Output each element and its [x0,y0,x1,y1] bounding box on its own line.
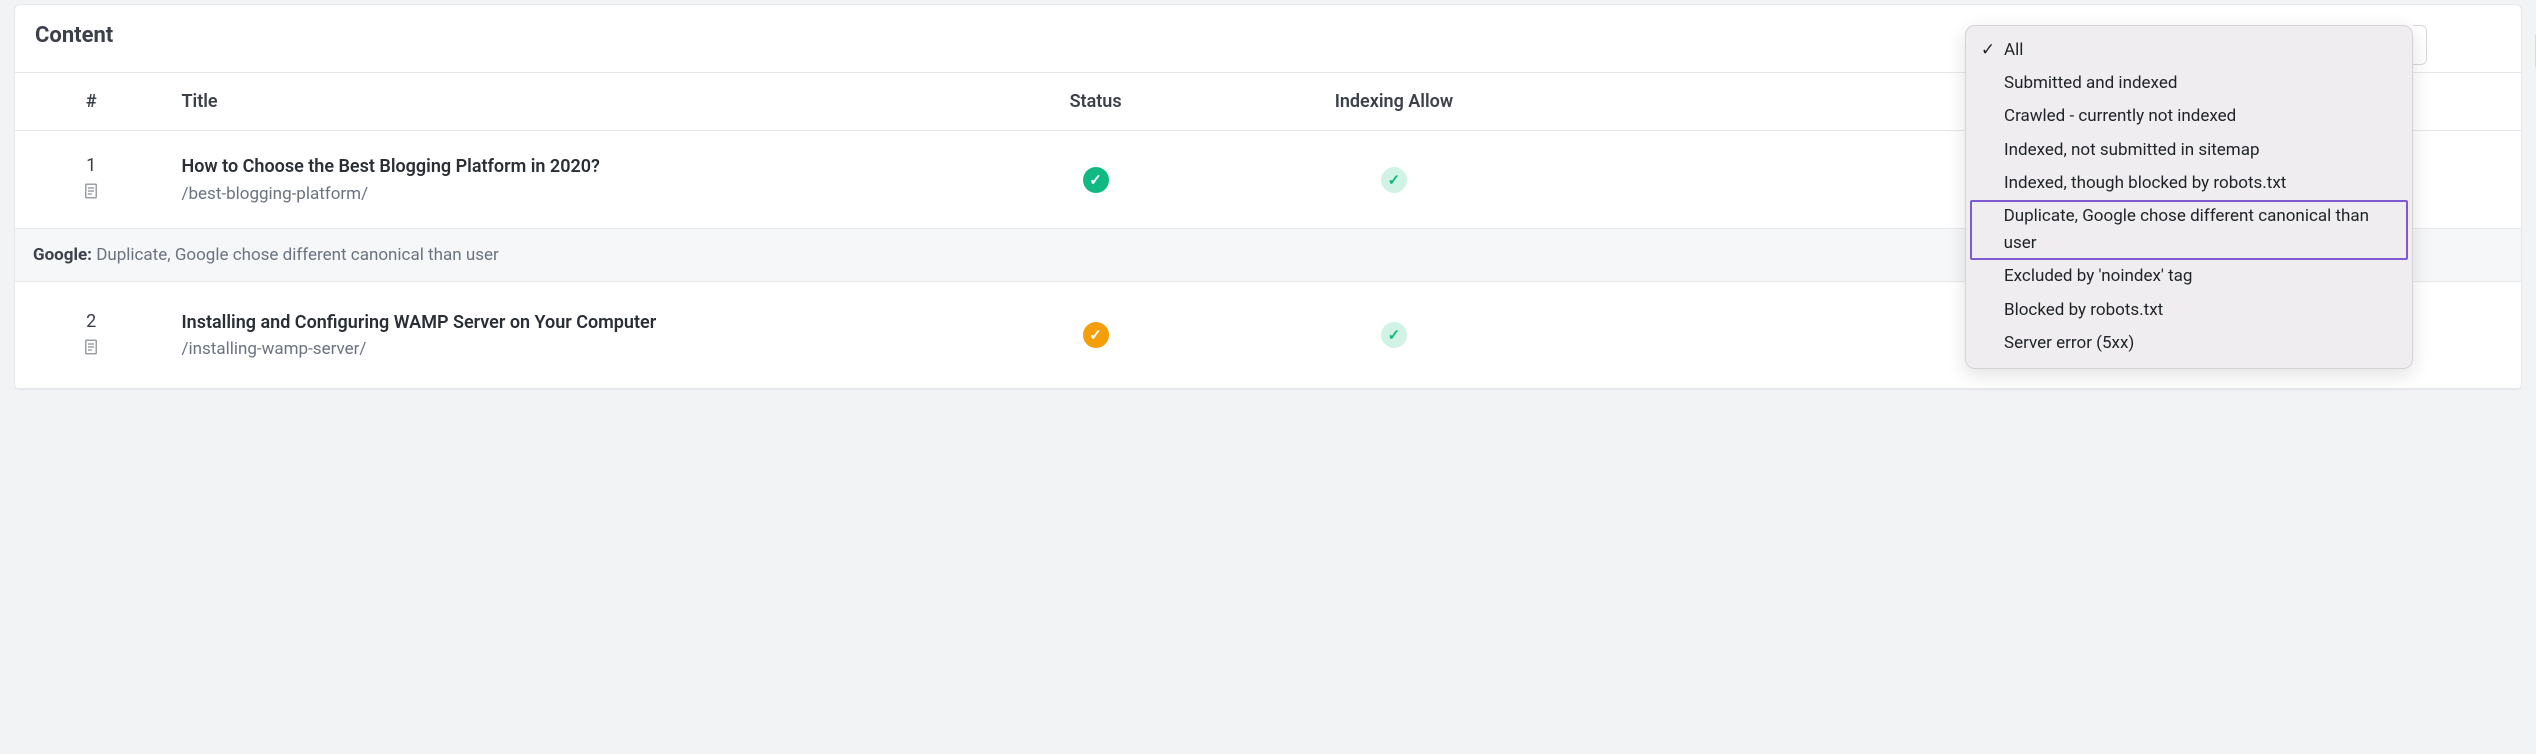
row-status-cell [963,282,1228,389]
row-indexing-cell [1228,131,1559,229]
row-status-cell [963,131,1228,229]
filter-dropdown[interactable]: ✓ All Submitted and indexed Crawled - cu… [1965,25,2413,369]
filter-option[interactable]: Server error (5xx) [1970,327,2408,360]
content-card: Content ✓ All Submitted and indexed Craw… [14,4,2522,390]
check-icon: ✓ [1980,37,1996,64]
filter-option-all[interactable]: ✓ All [1970,34,2408,67]
filter-option-label: All [2004,37,2023,64]
filter-option[interactable]: Indexed, though blocked by robots.txt [1970,167,2408,200]
row-number: 1 [29,155,153,176]
row-indexing-cell [1228,282,1559,389]
filter-option[interactable]: Excluded by 'noindex' tag [1970,260,2408,293]
filter-option-label: Blocked by robots.txt [2004,297,2163,324]
group-value: Duplicate, Google chose different canoni… [96,245,499,265]
indexing-allowed-icon [1381,322,1407,348]
status-warning-icon [1083,322,1109,348]
group-label: Google: [33,245,92,265]
row-number-cell: 1 [15,131,167,229]
status-ok-icon [1083,167,1109,193]
item-url: /best-blogging-platform/ [181,184,949,204]
indexing-allowed-icon [1381,167,1407,193]
filter-option-highlighted[interactable]: Duplicate, Google chose different canoni… [1970,200,2408,260]
document-icon [29,338,153,360]
item-url: /installing-wamp-server/ [181,339,949,359]
filter-option-label: Indexed, though blocked by robots.txt [2004,170,2286,197]
filter-option[interactable]: Blocked by robots.txt [1970,294,2408,327]
row-title-cell: Installing and Configuring WAMP Server o… [167,282,963,389]
document-icon [29,182,153,204]
item-title[interactable]: How to Choose the Best Blogging Platform… [181,155,949,179]
item-title[interactable]: Installing and Configuring WAMP Server o… [181,311,949,335]
card-title: Content [35,23,113,48]
col-title[interactable]: Title [167,73,963,131]
filter-option[interactable]: Crawled - currently not indexed [1970,100,2408,133]
col-hidden-1 [1560,73,1891,131]
col-indexing[interactable]: Indexing Allow [1228,73,1559,131]
filter-option-label: Crawled - currently not indexed [2004,103,2236,130]
filter-option-label: Duplicate, Google chose different canoni… [2004,203,2396,257]
row-number-cell: 2 [15,282,167,389]
row-number: 2 [29,311,153,332]
col-status[interactable]: Status [963,73,1228,131]
filter-button-edge[interactable] [2413,25,2427,65]
filter-option[interactable]: Submitted and indexed [1970,67,2408,100]
filter-option[interactable]: Indexed, not submitted in sitemap [1970,134,2408,167]
row-title-cell: How to Choose the Best Blogging Platform… [167,131,963,229]
filter-option-label: Indexed, not submitted in sitemap [2004,137,2260,164]
filter-option-label: Submitted and indexed [2004,70,2177,97]
col-number[interactable]: # [15,73,167,131]
filter-option-label: Server error (5xx) [2004,330,2134,357]
filter-option-label: Excluded by 'noindex' tag [2004,263,2192,290]
